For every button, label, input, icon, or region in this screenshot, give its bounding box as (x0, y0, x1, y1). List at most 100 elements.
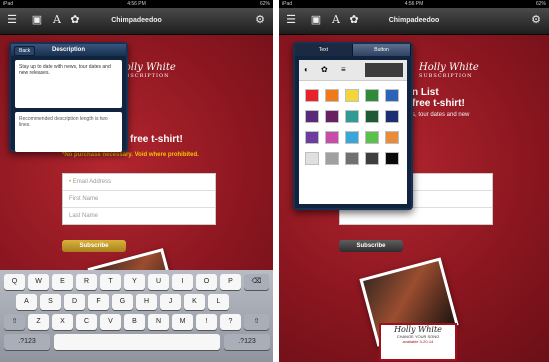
list-heading: n List (412, 87, 439, 98)
swatch-grid (299, 81, 407, 181)
key-e[interactable]: E (52, 274, 73, 290)
shift-key[interactable]: ⇧ (4, 314, 25, 330)
color-tools: ◐ ✿ ≡ (299, 60, 407, 81)
key-w[interactable]: W (28, 274, 49, 290)
battery-label: 62% (535, 1, 546, 7)
subscribe-button[interactable]: Subscribe (339, 240, 403, 252)
color-wheel-icon[interactable]: ◐ (304, 65, 309, 74)
tab-button[interactable]: Button (353, 44, 411, 56)
key-f[interactable]: F (88, 294, 109, 310)
gear-icon[interactable]: ⚙ (529, 13, 543, 27)
key-j[interactable]: J (160, 294, 181, 310)
last-name-field[interactable] (340, 208, 492, 224)
signup-form: • Email Address First Name Last Name (62, 173, 216, 225)
palette-icon[interactable]: ✿ (321, 65, 328, 74)
popover-header: Back Description (11, 44, 126, 56)
logo-name: Holly White (419, 62, 479, 73)
key-c[interactable]: C (76, 314, 97, 330)
color-swatch[interactable] (345, 152, 359, 165)
delete-key[interactable]: ⌫ (244, 274, 269, 290)
color-swatch[interactable] (365, 131, 379, 144)
selected-color-preview (365, 63, 403, 77)
description-textarea[interactable]: Stay up to date with news, tour dates an… (15, 60, 122, 108)
toolbar: ☰ ▣ A ✿ Chimpadeedoo ⚙ (0, 8, 273, 35)
back-button[interactable]: Back (14, 46, 36, 56)
key-z[interactable]: Z (28, 314, 49, 330)
color-swatch[interactable] (345, 131, 359, 144)
color-swatch[interactable] (345, 110, 359, 123)
status-bar: iPad 4:56 PM 62% (0, 0, 273, 8)
key-?[interactable]: ? (220, 314, 241, 330)
onscreen-keyboard: Q W E R T Y U I O P ⌫ ASDFGHJKL Z X C V B N M!? ⇧ ⇧ .?123 … (0, 270, 273, 362)
color-popover: Text Button ◐ ✿ ≡ (293, 42, 413, 210)
color-swatch[interactable] (365, 152, 379, 165)
key-d[interactable]: D (64, 294, 85, 310)
gear-icon[interactable]: ⚙ (253, 13, 267, 27)
color-swatch[interactable] (325, 89, 339, 102)
page-heading: free t-shirt! (130, 134, 183, 145)
color-swatch[interactable] (385, 152, 399, 165)
page-subtext: s, tour dates and new (412, 112, 470, 118)
key-m[interactable]: M (172, 314, 193, 330)
color-swatch[interactable] (325, 131, 339, 144)
toolbar: ☰ ▣ A ✿ Chimpadeedoo ⚙ (279, 8, 549, 35)
color-swatch[interactable] (385, 110, 399, 123)
key-u[interactable]: U (148, 274, 169, 290)
numbers-key-right[interactable]: .?123 (224, 334, 270, 350)
key-i[interactable]: I (172, 274, 193, 290)
color-swatch[interactable] (305, 152, 319, 165)
key-s[interactable]: S (40, 294, 61, 310)
space-key[interactable] (54, 334, 220, 350)
key-n[interactable]: N (148, 314, 169, 330)
key-g[interactable]: G (112, 294, 133, 310)
color-swatch[interactable] (385, 89, 399, 102)
key-q[interactable]: Q (4, 274, 25, 290)
key-r[interactable]: R (76, 274, 97, 290)
key-a[interactable]: A (16, 294, 37, 310)
logo: Holly White SUBSCRIPTION (419, 62, 479, 79)
subscribe-button[interactable]: Subscribe (62, 240, 126, 252)
card-date: available 3-20-14 (402, 339, 434, 344)
logo-sub: SUBSCRIPTION (419, 73, 473, 79)
key-t[interactable]: T (100, 274, 121, 290)
app-title: Chimpadeedoo (111, 17, 162, 24)
numbers-key[interactable]: .?123 (4, 334, 50, 350)
key-y[interactable]: Y (124, 274, 145, 290)
color-swatch[interactable] (305, 89, 319, 102)
color-swatch[interactable] (325, 110, 339, 123)
key-l[interactable]: L (208, 294, 229, 310)
color-swatch[interactable] (365, 89, 379, 102)
key-x[interactable]: X (52, 314, 73, 330)
color-swatch[interactable] (385, 131, 399, 144)
key-![interactable]: ! (196, 314, 217, 330)
color-swatch[interactable] (305, 131, 319, 144)
email-field[interactable]: • Email Address (63, 174, 215, 191)
key-o[interactable]: O (196, 274, 217, 290)
key-v[interactable]: V (100, 314, 121, 330)
key-k[interactable]: K (184, 294, 205, 310)
list-icon[interactable]: ≡ (341, 65, 346, 74)
color-swatch[interactable] (365, 110, 379, 123)
card-name: Holly White (394, 325, 442, 334)
description-hint: Recommended description length is two li… (15, 112, 122, 152)
key-b[interactable]: B (124, 314, 145, 330)
left-screen: iPad 4:56 PM 62% ☰ ▣ A ✿ Chimpadeedoo ⚙ … (0, 0, 273, 362)
album-card: Holly White CHANGE YOUR SONG available 3… (379, 323, 457, 361)
time-label: 4:56 PM (127, 1, 146, 7)
status-bar: iPad 4:56 PM 62% (279, 0, 549, 8)
color-swatch[interactable] (325, 152, 339, 165)
key-p[interactable]: P (220, 274, 241, 290)
color-swatch[interactable] (345, 89, 359, 102)
disclaimer-text: *No purchase necessary. Void where prohi… (62, 152, 199, 158)
app-title: Chimpadeedoo (388, 17, 440, 24)
color-swatch[interactable] (305, 110, 319, 123)
time-label: 4:56 PM (404, 1, 424, 7)
tab-text[interactable]: Text (295, 44, 353, 56)
right-screen: iPad 4:56 PM 62% ☰ ▣ A ✿ Chimpadeedoo ⚙ … (279, 0, 549, 362)
last-name-field[interactable]: Last Name (63, 208, 215, 224)
shift-key-right[interactable]: ⇧ (244, 314, 269, 330)
color-picker: ◐ ✿ ≡ (299, 60, 407, 204)
key-h[interactable]: H (136, 294, 157, 310)
color-target-tabs: Text Button (295, 44, 411, 56)
first-name-field[interactable]: First Name (63, 191, 215, 208)
